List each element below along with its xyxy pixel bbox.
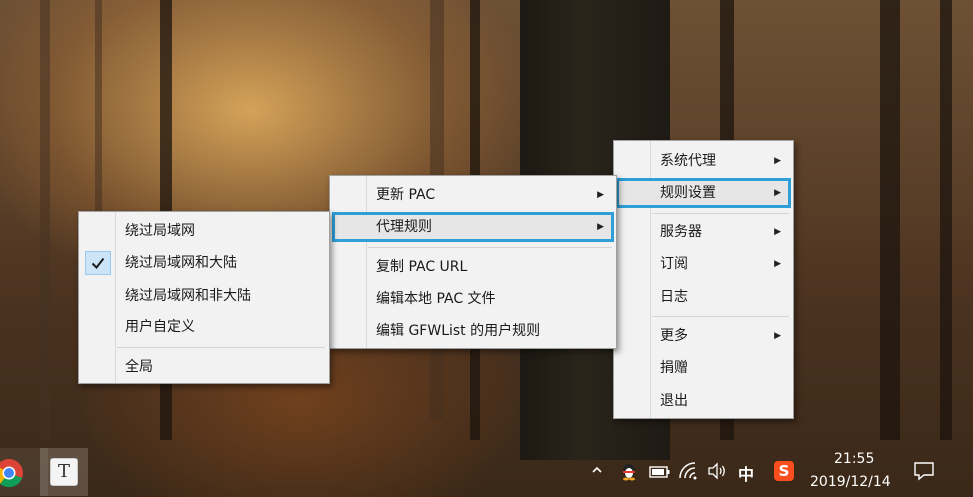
clock-date: 2019/12/14 (810, 474, 891, 490)
show-hidden-icons-chevron-icon[interactable] (591, 465, 603, 475)
menu-item-copy-pac-url[interactable]: 复制 PAC URL (332, 252, 614, 282)
checkmark-icon (85, 251, 111, 275)
menu-item-proxy-rules[interactable]: 代理规则 ▶ (332, 212, 614, 242)
menu-item-bypass-lan-and-china[interactable]: 绕过局域网和大陆 (81, 248, 327, 278)
taskbar-typora-button[interactable]: T (40, 448, 88, 496)
submenu-arrow-icon: ▶ (597, 222, 604, 232)
submenu-arrow-icon: ▶ (774, 259, 781, 269)
menu-item-rule-settings[interactable]: 规则设置 ▶ (616, 178, 791, 208)
menu-item-system-proxy[interactable]: 系统代理 ▶ (616, 146, 791, 176)
menu-item-log[interactable]: 日志 (616, 282, 791, 312)
menu-item-global[interactable]: 全局 (81, 352, 327, 382)
submenu-arrow-icon: ▶ (774, 331, 781, 341)
submenu-arrow-icon: ▶ (774, 188, 781, 198)
menu-item-servers[interactable]: 服务器 ▶ (616, 217, 791, 247)
menu-item-edit-gfwlist-user-rules[interactable]: 编辑 GFWList 的用户规则 (332, 316, 614, 346)
chrome-icon (0, 459, 23, 488)
qq-penguin-icon[interactable] (619, 461, 639, 481)
wifi-icon[interactable] (679, 462, 701, 480)
menu-item-subscription[interactable]: 订阅 ▶ (616, 249, 791, 279)
main-context-menu: 系统代理 ▶ 规则设置 ▶ 服务器 ▶ 订阅 ▶ 日志 更多 ▶ 捐赠 退出 (613, 140, 794, 419)
submenu-arrow-icon: ▶ (774, 227, 781, 237)
typora-icon: T (50, 458, 78, 486)
taskbar: T 中 S 21:55 2019/12/14 (0, 447, 973, 497)
menu-item-more[interactable]: 更多 ▶ (616, 321, 791, 351)
clock-time: 21:55 (834, 451, 875, 467)
rules-submenu: 更新 PAC ▶ 代理规则 ▶ 复制 PAC URL 编辑本地 PAC 文件 编… (329, 175, 617, 349)
menu-item-edit-local-pac[interactable]: 编辑本地 PAC 文件 (332, 284, 614, 314)
menu-item-donate[interactable]: 捐赠 (616, 353, 791, 383)
menu-item-user-custom[interactable]: 用户自定义 (81, 312, 327, 342)
menu-item-exit[interactable]: 退出 (616, 386, 791, 416)
menu-item-bypass-lan[interactable]: 绕过局域网 (81, 216, 327, 246)
submenu-arrow-icon: ▶ (597, 190, 604, 200)
submenu-arrow-icon: ▶ (774, 156, 781, 166)
sogou-ime-icon[interactable]: S (774, 461, 794, 481)
action-center-notification-icon[interactable] (913, 461, 935, 481)
input-method-indicator[interactable]: 中 (738, 461, 754, 485)
volume-icon[interactable] (707, 462, 727, 480)
battery-plug-icon[interactable] (649, 464, 671, 480)
proxy-rules-submenu: 绕过局域网 绕过局域网和大陆 绕过局域网和非大陆 用户自定义 全局 (78, 211, 330, 384)
menu-item-update-pac[interactable]: 更新 PAC ▶ (332, 180, 614, 210)
menu-item-bypass-lan-and-non-china[interactable]: 绕过局域网和非大陆 (81, 281, 327, 311)
